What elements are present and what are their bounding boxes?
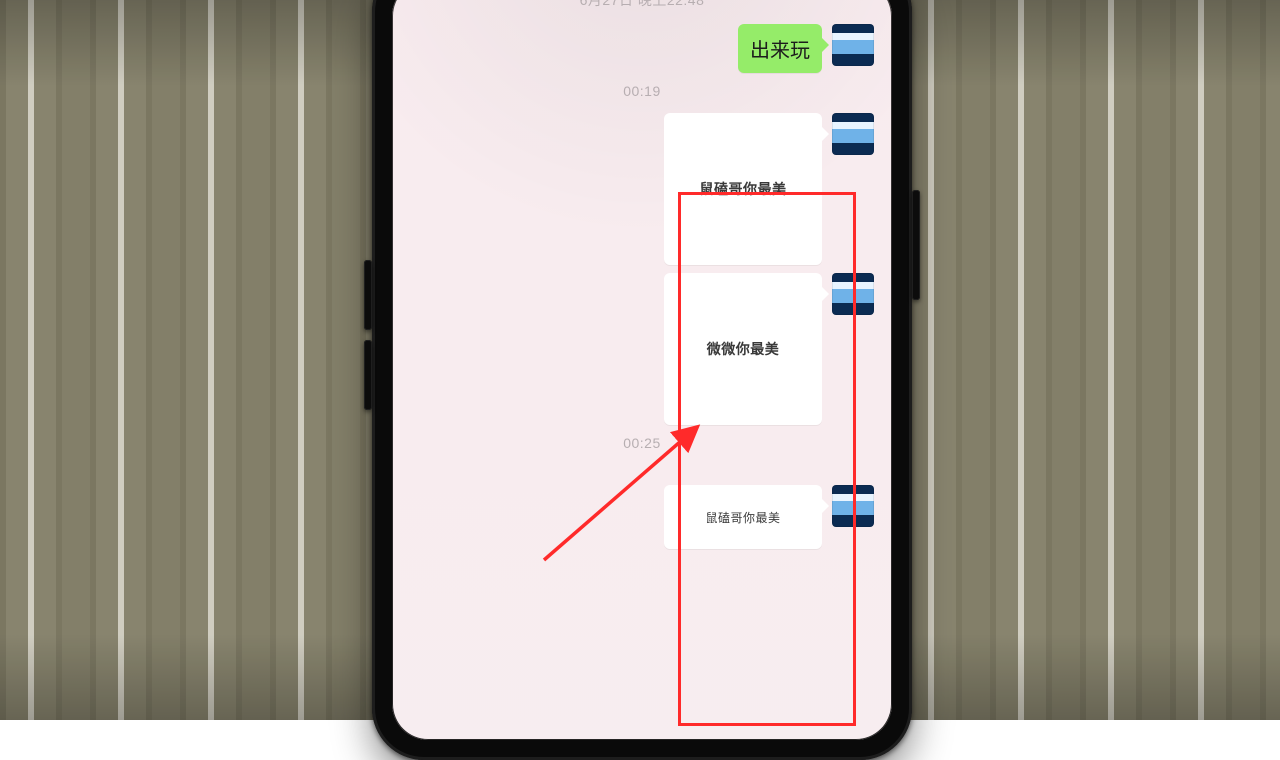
self-avatar[interactable] xyxy=(832,273,874,315)
sent-image-bubble[interactable]: 微微你最美 xyxy=(664,273,822,425)
self-avatar[interactable] xyxy=(832,485,874,527)
chat-message-row: 鼠磕哥你最美 xyxy=(410,113,874,265)
power-button[interactable] xyxy=(912,190,920,300)
self-avatar[interactable] xyxy=(832,24,874,66)
image-caption: 鼠磕哥你最美 xyxy=(700,179,787,199)
chat-message-row: 微微你最美 xyxy=(410,273,874,425)
image-caption: 鼠磕哥你最美 xyxy=(705,509,780,526)
chat-scroll-area[interactable]: 6月27日 晚上22:48 出来玩 00:19 鼠磕哥你最美 微微你最美 xyxy=(392,0,892,740)
chat-timestamp: 6月27日 晚上22:48 xyxy=(410,0,874,10)
phone-body: 6月27日 晚上22:48 出来玩 00:19 鼠磕哥你最美 微微你最美 xyxy=(372,0,912,760)
image-caption: 微微你最美 xyxy=(707,339,780,359)
chat-timestamp: 00:25 xyxy=(410,435,874,451)
chat-message-row: 鼠磕哥你最美 xyxy=(410,485,874,549)
self-avatar[interactable] xyxy=(832,113,874,155)
phone-screen[interactable]: 6月27日 晚上22:48 出来玩 00:19 鼠磕哥你最美 微微你最美 xyxy=(392,0,892,740)
chat-message-row: 出来玩 xyxy=(410,24,874,73)
sent-image-bubble[interactable]: 鼠磕哥你最美 xyxy=(664,113,822,265)
volume-down-button[interactable] xyxy=(364,340,372,410)
chat-timestamp: 00:19 xyxy=(410,83,874,99)
volume-up-button[interactable] xyxy=(364,260,372,330)
sent-image-bubble[interactable]: 鼠磕哥你最美 xyxy=(664,485,822,549)
sent-text-bubble[interactable]: 出来玩 xyxy=(738,24,822,73)
